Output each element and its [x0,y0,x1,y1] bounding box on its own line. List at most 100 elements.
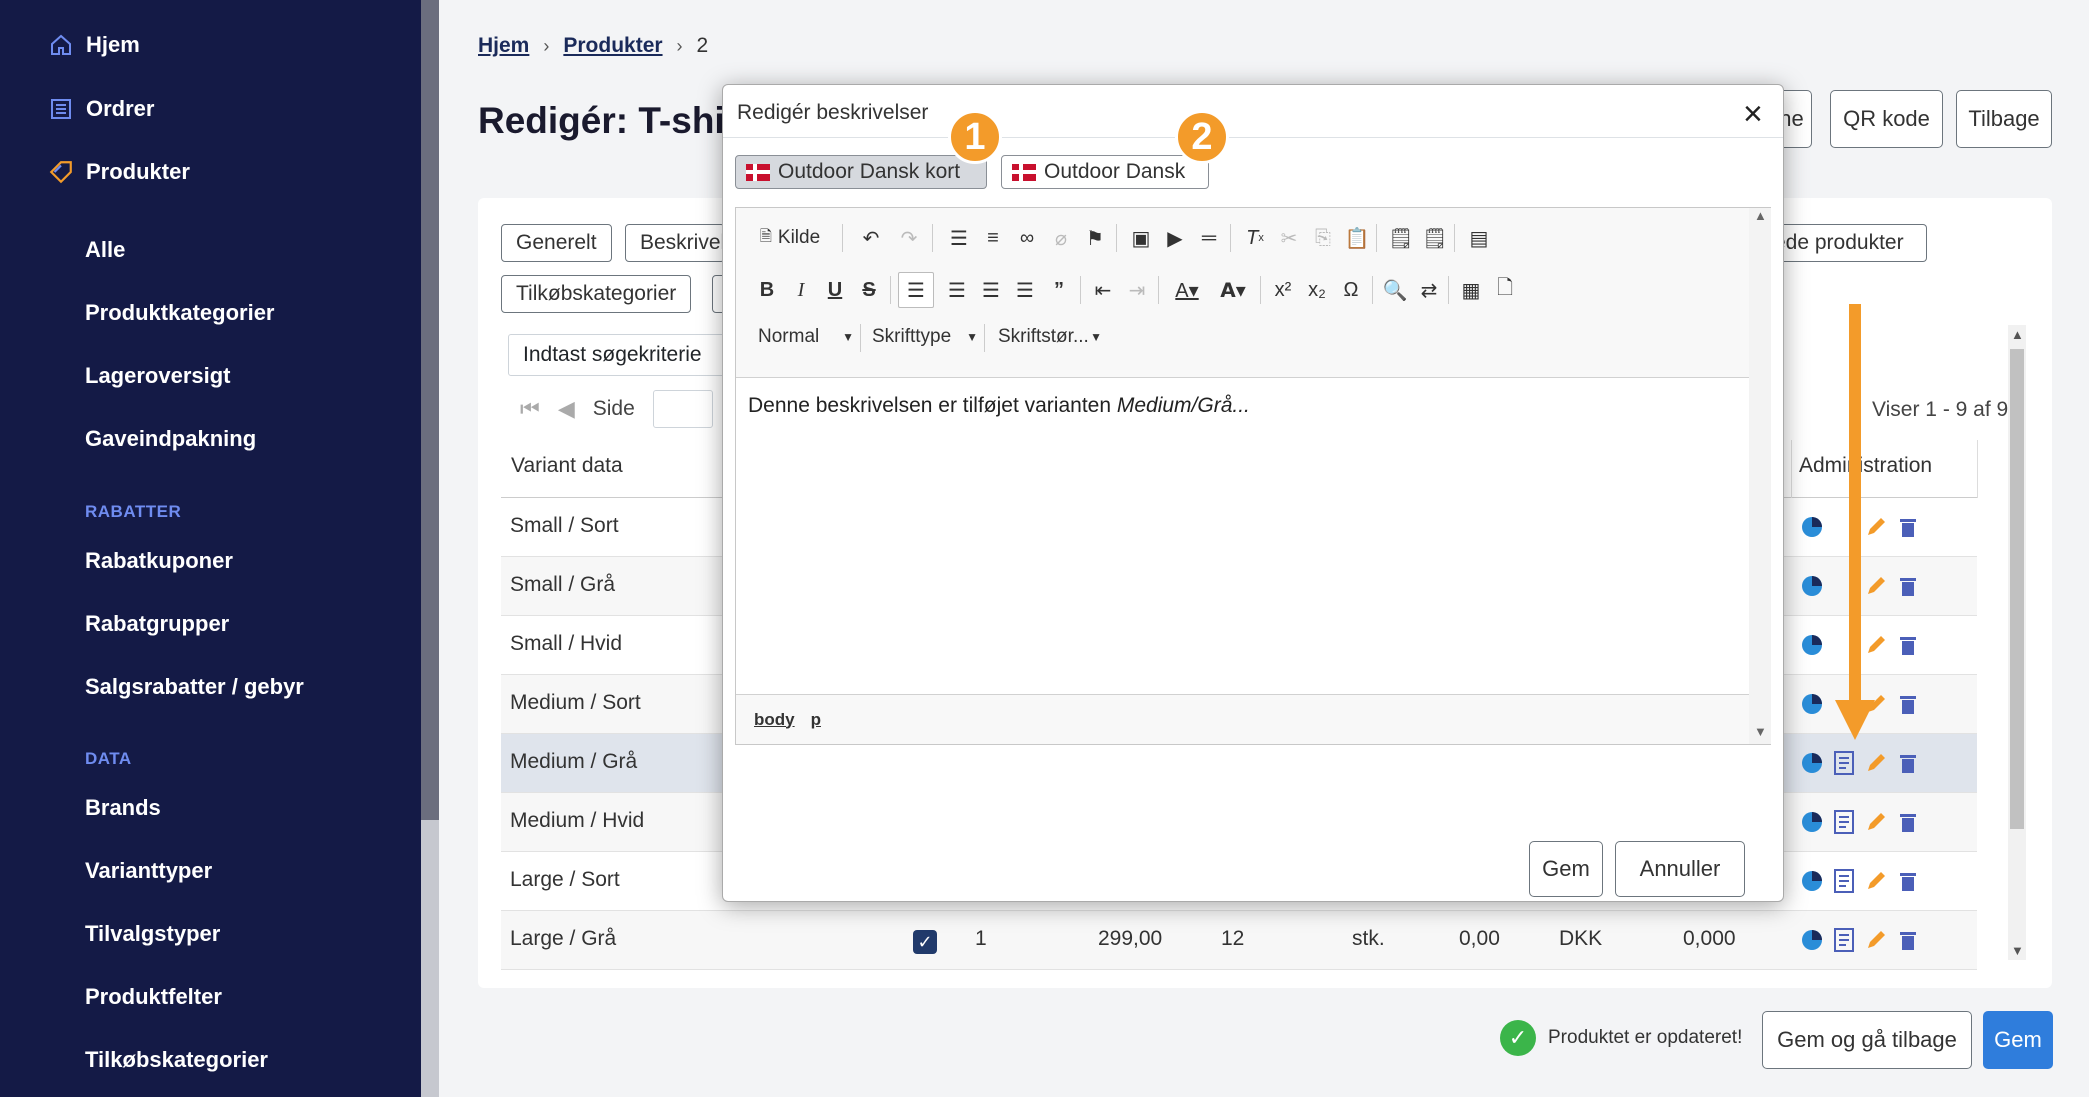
nav-option-types[interactable]: Tilvalgstyper [85,921,220,947]
lang-tab-full[interactable]: Outdoor Dansk [1001,155,1209,189]
first-page-icon[interactable]: ⏮ [520,396,540,422]
edit-icon[interactable] [1863,572,1889,600]
active-checkbox[interactable]: ✓ [913,930,937,954]
description-icon[interactable] [1831,808,1857,836]
nav-orders[interactable]: Ordrer [48,96,154,122]
image-icon[interactable]: ▣ [1126,222,1156,254]
tab-descriptions[interactable]: Beskrivel [625,224,725,262]
sidebar-scrollbar[interactable] [421,0,439,1097]
superscript-icon[interactable]: x² [1268,274,1298,306]
nav-coupons[interactable]: Rabatkuponer [85,548,233,574]
font-select[interactable]: Skrifttype ▼ [872,326,978,348]
underline-icon[interactable]: U [820,274,850,306]
scroll-down-icon[interactable]: ▼ [1754,724,1767,739]
undo-icon[interactable]: ↶ [856,222,886,254]
back-button[interactable]: Tilbage [1956,90,2052,148]
save-button[interactable]: Gem [1983,1011,2053,1069]
nav-home[interactable]: Hjem [48,32,140,58]
flag-icon[interactable]: ⚑ [1080,222,1110,254]
scroll-up-icon[interactable]: ▲ [1754,208,1767,223]
horizontal-rule-icon[interactable]: ═ [1194,222,1224,254]
description-icon[interactable] [1831,749,1857,777]
edit-icon[interactable] [1863,808,1889,836]
editor-scrollbar[interactable]: ▲ ▼ [1749,208,1771,744]
link-icon[interactable]: ∞ [1012,222,1042,254]
nav-gift-wrapping[interactable]: Gaveindpakning [85,426,256,452]
trash-icon[interactable] [1895,690,1921,718]
outdent-icon[interactable]: ⇤ [1088,274,1118,306]
nav-stock-overview[interactable]: Lageroversigt [85,363,231,389]
breadcrumb-home[interactable]: Hjem [478,34,529,58]
trash-icon[interactable] [1895,631,1921,659]
modal-save-button[interactable]: Gem [1529,841,1603,897]
th-administration[interactable]: Administration [1799,454,1932,478]
qr-code-button[interactable]: QR kode [1830,90,1943,148]
background-color-icon[interactable]: 𝗔▾ [1212,274,1254,306]
unlink-icon[interactable]: ⌀ [1046,222,1076,254]
format-select[interactable]: Normal ▼ [758,326,854,348]
nav-discount-groups[interactable]: Rabatgrupper [85,611,229,637]
redo-icon[interactable]: ↷ [894,222,924,254]
nav-product-categories[interactable]: Produktkategorier [85,300,275,326]
table-icon[interactable]: ▦ [1456,274,1486,306]
tab-general[interactable]: Generelt [501,224,612,262]
trash-icon[interactable] [1895,572,1921,600]
template-icon[interactable]: ▤ [1464,222,1494,254]
save-and-back-button[interactable]: Gem og gå tilbage [1762,1011,1972,1069]
description-icon[interactable] [1831,867,1857,895]
align-justify-icon[interactable]: ☰ [1010,274,1040,306]
tab-related-products[interactable]: ede produkter [1760,224,1927,262]
path-body[interactable]: body [754,710,795,730]
globe-icon[interactable] [1799,926,1825,954]
prev-page-icon[interactable]: ◀ [558,396,575,422]
source-button[interactable]: 🗎 Kilde [752,222,828,254]
nav-product-fields[interactable]: Produktfelter [85,984,222,1010]
globe-icon[interactable] [1799,808,1825,836]
edit-icon[interactable] [1863,926,1889,954]
globe-icon[interactable] [1799,749,1825,777]
nav-brands[interactable]: Brands [85,795,161,821]
path-p[interactable]: p [811,710,821,730]
page-icon[interactable]: 🗋 [1490,274,1520,306]
nav-products[interactable]: Produkter [48,159,190,185]
table-row[interactable]: Large / Grå ✓ 1 299,00 12 stk. 0,00 DKK … [501,911,1977,970]
trash-icon[interactable] [1895,749,1921,777]
bullet-list-icon[interactable]: ≡ [978,222,1008,254]
font-size-select[interactable]: Skriftstør... ▼ [998,326,1102,348]
trash-icon[interactable] [1895,926,1921,954]
cut-icon[interactable]: ✂ [1274,222,1304,254]
special-char-icon[interactable]: Ω [1336,274,1366,306]
scroll-up-icon[interactable]: ▲ [2011,327,2024,342]
align-center-icon[interactable]: ☰ [942,274,972,306]
replace-icon[interactable]: ⇄ [1414,274,1444,306]
text-color-icon[interactable]: A▾ [1166,274,1208,306]
trash-icon[interactable] [1895,808,1921,836]
globe-icon[interactable] [1799,690,1825,718]
globe-icon[interactable] [1799,572,1825,600]
scroll-down-icon[interactable]: ▼ [2011,943,2024,958]
paste-word-icon[interactable]: 🗒 [1420,222,1450,254]
globe-icon[interactable] [1799,631,1825,659]
copy-icon[interactable]: ⎘ [1308,222,1338,254]
th-variant-data[interactable]: Variant data [511,454,623,478]
tab-addon-categories[interactable]: Tilkøbskategorier [501,275,692,313]
nav-variant-types[interactable]: Varianttyper [85,858,212,884]
paste-icon[interactable]: 📋 [1342,222,1372,254]
clear-format-icon[interactable]: Tx [1240,222,1270,254]
indent-icon[interactable]: ⇥ [1122,274,1152,306]
page-input[interactable] [652,390,713,428]
nav-addon-categories[interactable]: Tilkøbskategorier [85,1047,268,1073]
breadcrumb-products[interactable]: Produkter [563,34,662,58]
subscript-icon[interactable]: x₂ [1302,274,1332,306]
edit-icon[interactable] [1863,749,1889,777]
close-icon[interactable]: × [1743,95,1763,134]
editor-content[interactable]: Denne beskrivelsen er tilføjet varianten… [736,378,1749,694]
edit-icon[interactable] [1863,631,1889,659]
globe-icon[interactable] [1799,867,1825,895]
youtube-icon[interactable]: ▶ [1160,222,1190,254]
modal-cancel-button[interactable]: Annuller [1615,841,1745,897]
search-icon[interactable]: 🔍 [1380,274,1410,306]
numbered-list-icon[interactable]: ☰ [944,222,974,254]
description-icon[interactable] [1831,926,1857,954]
nav-products-all[interactable]: Alle [85,237,125,263]
